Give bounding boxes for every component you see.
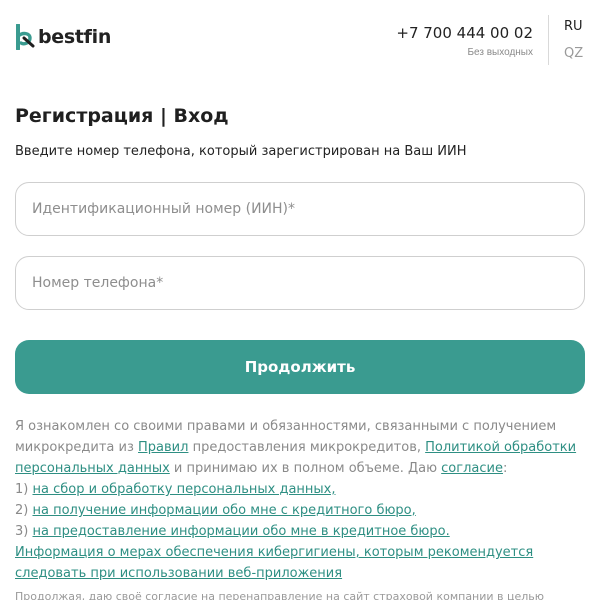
consent-item-1: 1) на сбор и обработку персональных данн… bbox=[15, 479, 587, 500]
consent-bureau-provide-link[interactable]: на предоставление информации обо мне в к… bbox=[32, 524, 449, 539]
rules-link[interactable]: Правил bbox=[138, 440, 188, 455]
legal-text: : bbox=[502, 461, 508, 476]
legal-line-2: микрокредита из Правил предоставления ми… bbox=[15, 437, 587, 458]
privacy-policy-link[interactable]: Политикой обработки bbox=[425, 440, 576, 455]
iin-input[interactable] bbox=[16, 183, 584, 235]
cyber-hygiene-link-cont[interactable]: следовать при использовании веб-приложен… bbox=[15, 566, 342, 581]
legal-line-1: Я ознакомлен со своими правами и обязанн… bbox=[15, 419, 557, 434]
cyber-hygiene-line-1: Информация о мерах обеспечения кибергиги… bbox=[15, 542, 587, 563]
privacy-policy-link-cont[interactable]: персональных данных bbox=[15, 461, 170, 476]
consent-item-2: 2) на получение информации обо мне с кре… bbox=[15, 500, 587, 521]
lang-qz-option[interactable]: QZ bbox=[564, 46, 583, 61]
cyber-hygiene-link[interactable]: Информация о мерах обеспечения кибергиги… bbox=[15, 545, 533, 560]
page-subtitle: Введите номер телефона, который зарегист… bbox=[15, 144, 467, 159]
phone-number[interactable]: +7 700 444 00 02 bbox=[396, 24, 533, 42]
phone-field[interactable] bbox=[15, 256, 585, 310]
consent-item-number: 3) bbox=[15, 524, 33, 539]
header-divider bbox=[548, 15, 549, 65]
header: bestfin +7 700 444 00 02 Без выходных RU… bbox=[0, 0, 600, 80]
legal-text: и принимаю их в полном объеме. Даю bbox=[169, 461, 442, 476]
insurance-redirect-note: Продолжая, даю своё согласие на перенапр… bbox=[15, 590, 545, 600]
lang-ru-option[interactable]: RU bbox=[564, 19, 583, 34]
iin-field[interactable] bbox=[15, 182, 585, 236]
logo[interactable]: bestfin bbox=[15, 24, 111, 50]
page-title: Регистрация | Вход bbox=[15, 105, 229, 127]
legal-line-3: персональных данных и принимаю их в полн… bbox=[15, 458, 587, 479]
support-phone[interactable]: +7 700 444 00 02 Без выходных bbox=[396, 24, 533, 58]
consent-link[interactable]: согласие bbox=[441, 461, 503, 476]
consent-personal-data-link[interactable]: на сбор и обработку персональных данных, bbox=[32, 482, 335, 497]
cyber-hygiene-line-2: следовать при использовании веб-приложен… bbox=[15, 563, 587, 584]
continue-button[interactable]: Продолжить bbox=[15, 340, 585, 394]
phone-hours: Без выходных bbox=[467, 47, 533, 58]
consent-item-3: 3) на предоставление информации обо мне … bbox=[15, 521, 587, 542]
legal-consent-text: Я ознакомлен со своими правами и обязанн… bbox=[15, 416, 587, 584]
logo-text: bestfin bbox=[38, 26, 112, 48]
consent-bureau-receive-link[interactable]: на получение информации обо мне с кредит… bbox=[32, 503, 415, 518]
bestfin-logo-icon bbox=[16, 24, 35, 50]
phone-input[interactable] bbox=[16, 257, 584, 309]
legal-text: предоставления микрокредитов, bbox=[188, 440, 426, 455]
consent-item-number: 1) bbox=[15, 482, 33, 497]
consent-item-number: 2) bbox=[15, 503, 33, 518]
legal-text: микрокредита из bbox=[15, 440, 139, 455]
